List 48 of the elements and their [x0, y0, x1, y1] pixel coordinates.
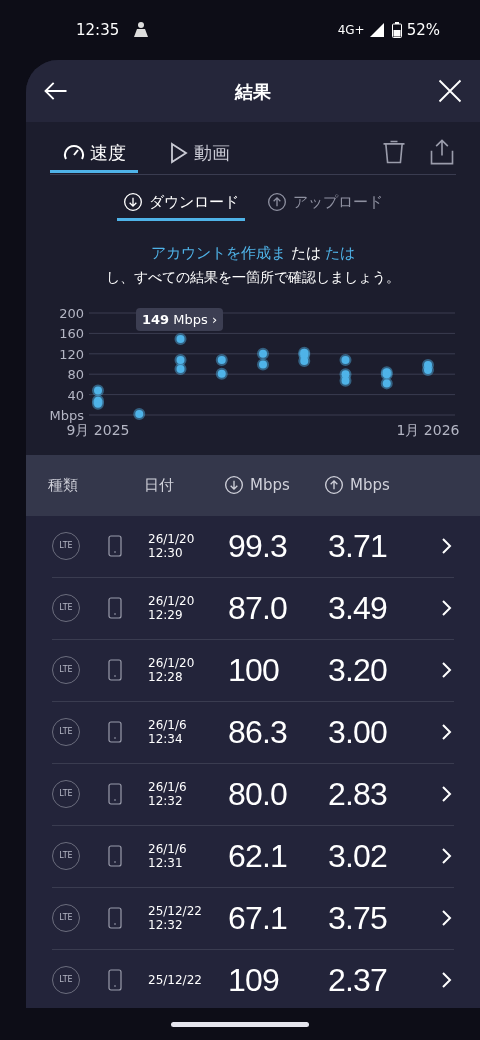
- upload-speed: 2.83: [328, 775, 389, 814]
- test-time: 12:29: [148, 608, 184, 622]
- download-speed: 87.0: [228, 589, 289, 628]
- column-header: Mbps: [350, 474, 390, 496]
- download-speed: 80.0: [228, 775, 289, 814]
- test-date: 25/12/22: [148, 904, 203, 918]
- y-axis-label: 200: [59, 305, 84, 321]
- test-time: 12:32: [148, 794, 184, 808]
- y-axis-label: Mbps: [49, 407, 84, 423]
- upload-speed: 3.00: [328, 713, 389, 752]
- download-speed: 100: [228, 651, 280, 690]
- y-axis-label: 160: [59, 325, 84, 341]
- download-speed: 86.3: [228, 713, 289, 752]
- download-speed: 109: [228, 961, 280, 1000]
- test-date: 26/1/6: [148, 718, 188, 732]
- download-speed: 99.3: [228, 527, 289, 566]
- column-header: Mbps: [250, 474, 290, 496]
- upload-speed: 3.49: [328, 589, 389, 628]
- test-time: 12:28: [148, 670, 184, 684]
- test-time: 12:32: [148, 918, 184, 932]
- network-type: 4G+: [337, 22, 365, 39]
- test-time: 12:31: [148, 856, 184, 870]
- test-time: 12:34: [148, 732, 184, 746]
- test-date: 26/1/6: [148, 842, 188, 856]
- battery-percent: 52%: [406, 19, 440, 41]
- test-time: 12:30: [148, 546, 184, 560]
- test-date: 26/1/20: [148, 656, 196, 670]
- column-header: 種類: [48, 474, 78, 496]
- window-title: 結果: [235, 79, 271, 104]
- upload-speed: 3.71: [328, 527, 389, 566]
- column-header: 日付: [144, 474, 174, 496]
- test-date: 26/1/6: [148, 780, 188, 794]
- annotation: 149 Mbps ›: [142, 310, 218, 329]
- status-time: 12:35: [76, 19, 120, 41]
- upload-speed: 3.75: [328, 899, 389, 938]
- account-prompt: アカウントを作成ま たは たは し、すべての結果を一箇所で確認しましょう。: [105, 242, 401, 287]
- x-axis-label: 1月 2026: [396, 421, 460, 438]
- y-axis-label: 40: [67, 387, 84, 403]
- y-axis-label: 120: [59, 346, 84, 362]
- upload-speed: 2.37: [328, 961, 389, 1000]
- upload-speed: 3.02: [328, 837, 389, 876]
- test-date: 25/12/22: [148, 973, 203, 987]
- test-date: 26/1/20: [148, 532, 196, 546]
- test-date: 26/1/20: [148, 594, 196, 608]
- y-axis-label: 80: [67, 366, 84, 382]
- upload-speed: 3.20: [328, 651, 389, 690]
- download-speed: 62.1: [228, 837, 289, 876]
- download-speed: 67.1: [228, 899, 289, 938]
